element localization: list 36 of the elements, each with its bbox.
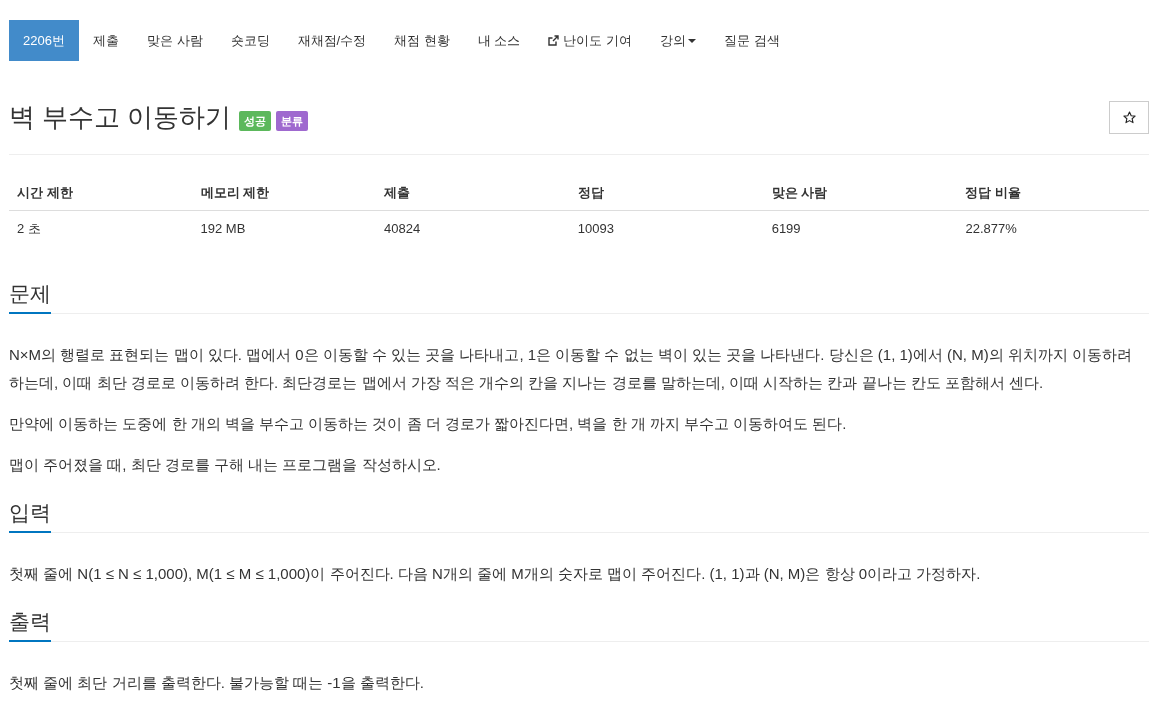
favorite-button[interactable]	[1109, 100, 1149, 134]
table-cell: 192 MB	[192, 210, 377, 246]
section-heading: 문제	[9, 279, 51, 314]
problem-text: 만약에 이동하는 도중에 한 개의 벽을 부수고 이동하는 것이 좀 더 경로가 짧아진다면, 벽을 한 개 까지 부수고 이동하여도 된다.	[9, 414, 848, 434]
nav-tab[interactable]: 내 소스	[463, 20, 535, 61]
nav-tab[interactable]: 강의	[646, 20, 711, 61]
nav-tab[interactable]: 제출	[78, 20, 133, 61]
table-header: 제출	[376, 176, 570, 211]
nav-tab[interactable]: 채점 현황	[380, 20, 464, 61]
problem-text: 첫째 줄에 N(1 ≤ N ≤ 1,000), M(1 ≤ M ≤ 1,000)이 주어진다. 다음 N개의 줄에 M개의 숫자로 맵이 주어진다. (1, 1)과 (N, M)은 항상 0이라고 가정하자.	[9, 564, 982, 584]
section-heading: 출력	[9, 607, 51, 642]
problem-text: 맵이 주어졌을 때, 최단 경로를 구해 내는 프로그램을 작성하시오.	[9, 455, 442, 475]
problem-text: 첫째 줄에 최단 거리를 출력한다. 불가능할 때는 -1을 출력한다.	[9, 673, 425, 693]
table-header: 메모리 제한	[192, 176, 377, 211]
external-link-icon	[548, 35, 560, 46]
table-header: 정답 비율	[957, 176, 1149, 211]
nav-tab[interactable]: 재채점/수정	[283, 20, 381, 61]
nav-tab[interactable]: 질문 검색	[710, 20, 794, 61]
nav-tab[interactable]: 숏코딩	[216, 20, 284, 61]
table-header: 시간 제한	[9, 176, 193, 211]
section-heading: 입력	[9, 498, 51, 533]
caret-icon	[688, 38, 697, 43]
table-cell: 10093	[569, 210, 764, 246]
problem-text: N×M의 행렬로 표현되는 맵이 있다. 맵에서 0은 이동할 수 있는 곳을 나타내고, 1은 이동할 수 없는 벽이 있는 곳을 나타낸다. 당신은 (1, 1)에서 (N, M)의 위치까지 이동하려 하는데, 이때 최단 경로로 이동하려 한다. 최단경로는 맵에서 가장 적은 개수의 칸을 지나는 경로를 말하는데, 이때 시작하는 칸과 끝나는 칸도 포함해서 센다.	[9, 345, 1133, 393]
problem-title: 벽 부수고 이동하기	[9, 101, 232, 134]
table-header: 맞은 사람	[763, 176, 958, 211]
problem-tag[interactable]: 분류	[276, 111, 309, 131]
star-icon	[1122, 110, 1136, 124]
table-header: 정답	[569, 176, 764, 211]
nav-tab[interactable]: 난이도 기여	[534, 20, 647, 61]
table-cell: 2 초	[9, 210, 193, 246]
table-cell: 40824	[376, 210, 570, 246]
table-cell: 22.877%	[957, 210, 1149, 246]
nav-tab[interactable]: 2206번	[9, 20, 79, 61]
table-cell: 6199	[763, 210, 958, 246]
nav-tab[interactable]: 맞은 사람	[132, 20, 217, 61]
